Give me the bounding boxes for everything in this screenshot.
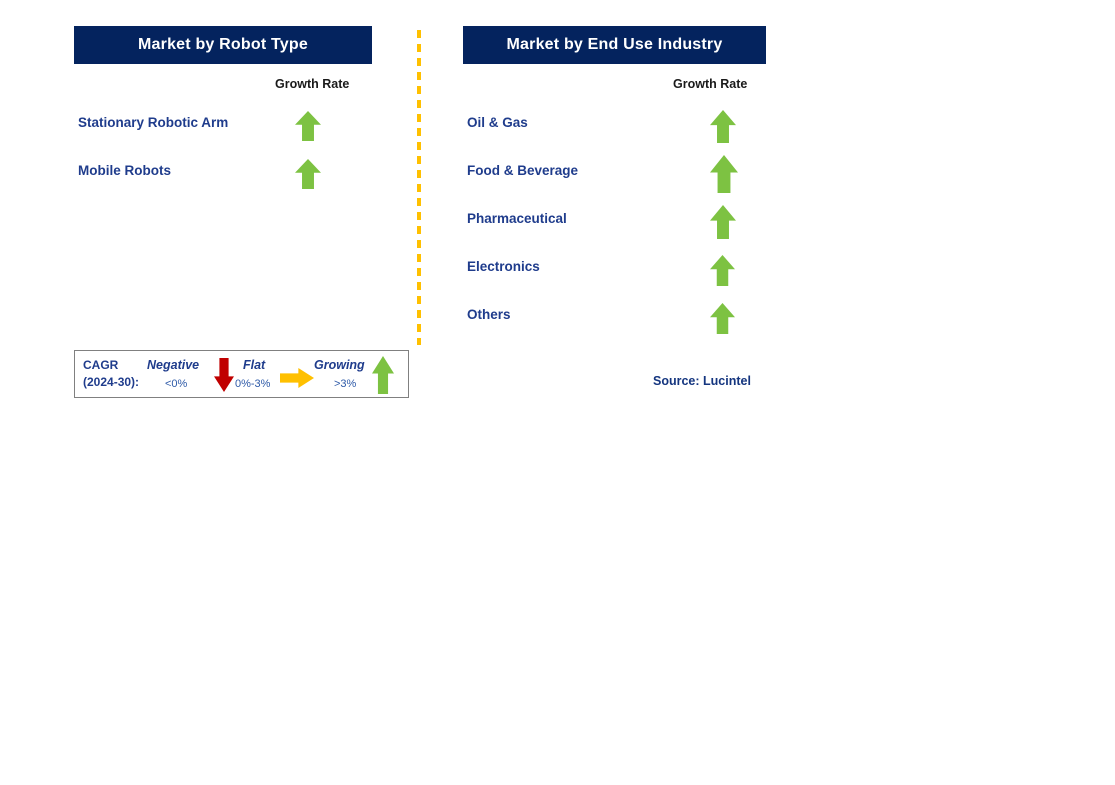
panel-title-end-use-industry: Market by End Use Industry xyxy=(463,26,766,64)
legend-cagr-line2: (2024-30): xyxy=(83,375,140,389)
arrow-up-icon xyxy=(710,302,735,339)
growth-rate-column-header: Growth Rate xyxy=(275,77,350,91)
table-row: Stationary Robotic Arm xyxy=(74,104,372,152)
legend-range-growing: >3% xyxy=(334,378,357,390)
row-label: Electronics xyxy=(467,259,540,274)
arrow-up-icon xyxy=(710,254,735,291)
legend-term-growing: Growing xyxy=(314,358,365,372)
table-row: Mobile Robots xyxy=(74,152,372,200)
legend-cagr-title: CAGR (2024-30): xyxy=(83,357,139,391)
vertical-dashed-divider xyxy=(417,30,421,345)
legend-cagr-line1: CAGR xyxy=(83,358,119,372)
row-label: Others xyxy=(467,307,511,322)
end-use-row-list: Oil & Gas Food & Beverage Pharmaceutical El… xyxy=(463,104,766,344)
legend-range-negative: <0% xyxy=(165,378,188,390)
arrow-up-icon xyxy=(710,155,738,198)
legend-term-flat: Flat xyxy=(243,358,266,372)
row-label: Stationary Robotic Arm xyxy=(78,115,229,130)
cagr-legend: CAGR (2024-30): Negative <0% Flat 0%-3% … xyxy=(74,350,409,398)
source-note: Source: Lucintel xyxy=(653,374,751,388)
legend-range-flat: 0%-3% xyxy=(235,378,271,390)
arrow-up-icon xyxy=(372,356,394,399)
row-label: Mobile Robots xyxy=(78,163,171,178)
arrow-up-icon xyxy=(710,109,736,148)
table-row: Others xyxy=(463,296,766,344)
row-label: Pharmaceutical xyxy=(467,211,567,226)
panel-title-robot-type: Market by Robot Type xyxy=(74,26,372,64)
table-row: Electronics xyxy=(463,248,766,296)
panel-market-by-robot-type: Market by Robot Type Growth Rate Station… xyxy=(74,0,372,189)
arrow-right-icon xyxy=(280,368,314,393)
panel-market-by-end-use-industry: Market by End Use Industry Growth Rate O… xyxy=(463,0,766,334)
arrow-up-icon xyxy=(295,111,321,146)
table-row: Pharmaceutical xyxy=(463,200,766,248)
legend-term-negative: Negative xyxy=(147,358,200,372)
arrow-up-icon xyxy=(710,205,736,244)
table-row: Food & Beverage xyxy=(463,152,766,200)
table-row: Oil & Gas xyxy=(463,104,766,152)
row-label: Oil & Gas xyxy=(467,115,528,130)
row-label: Food & Beverage xyxy=(467,163,579,178)
arrow-down-icon xyxy=(214,358,234,397)
growth-rate-column-header: Growth Rate xyxy=(673,77,748,91)
arrow-up-icon xyxy=(295,159,321,194)
robot-type-row-list: Stationary Robotic Arm Mobile Robots xyxy=(74,104,372,200)
